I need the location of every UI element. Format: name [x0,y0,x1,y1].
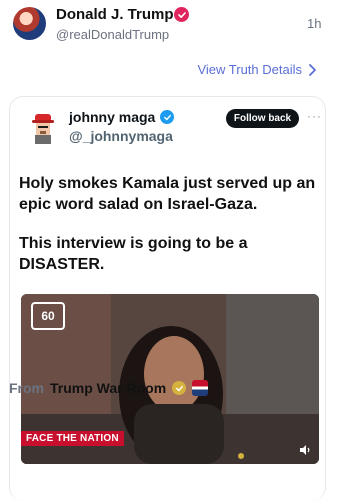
quoted-verified-icon [160,110,174,124]
check-icon [175,385,183,391]
post-time: 1h [307,16,322,31]
quoted-post-card[interactable]: johnny maga @_johnnymaga Follow back ···… [9,96,326,501]
quoted-post-text-1: Holy smokes Kamala just served up an epi… [19,175,316,213]
view-truth-details-label: View Truth Details [197,62,302,77]
from-source-name[interactable]: Trump War Room [50,380,166,396]
quoted-post-text-2: This interview is going to be a DISASTER… [19,235,248,273]
more-options-icon[interactable]: ··· [307,109,322,123]
author-avatar[interactable] [13,7,46,40]
video-player[interactable]: 60 FACE THE NATION [21,294,319,464]
post-header: Donald J. Trump @realDonaldTrump 1h [0,0,337,50]
quoted-author-name[interactable]: johnny maga [69,109,155,125]
check-icon [177,11,186,18]
check-icon [163,114,171,120]
chevron-right-icon [309,63,316,76]
view-truth-details-link[interactable]: View Truth Details [197,62,317,77]
from-verified-icon [172,381,187,395]
face-the-nation-badge: FACE THE NATION [21,431,124,446]
from-attribution: From Trump War Room [9,380,209,396]
verified-badge-icon [174,7,189,22]
author-handle[interactable]: @realDonaldTrump [56,27,169,42]
author-display-name[interactable]: Donald J. Trump [56,6,174,23]
from-source-avatar[interactable] [192,380,209,396]
quoted-author-handle[interactable]: @_johnnymaga [69,128,173,144]
sound-icon[interactable] [299,444,311,456]
sixty-minutes-logo: 60 [31,302,65,330]
follow-back-button[interactable]: Follow back [226,109,299,128]
from-label: From [9,380,44,396]
johnny-maga-avatar[interactable] [26,111,60,145]
